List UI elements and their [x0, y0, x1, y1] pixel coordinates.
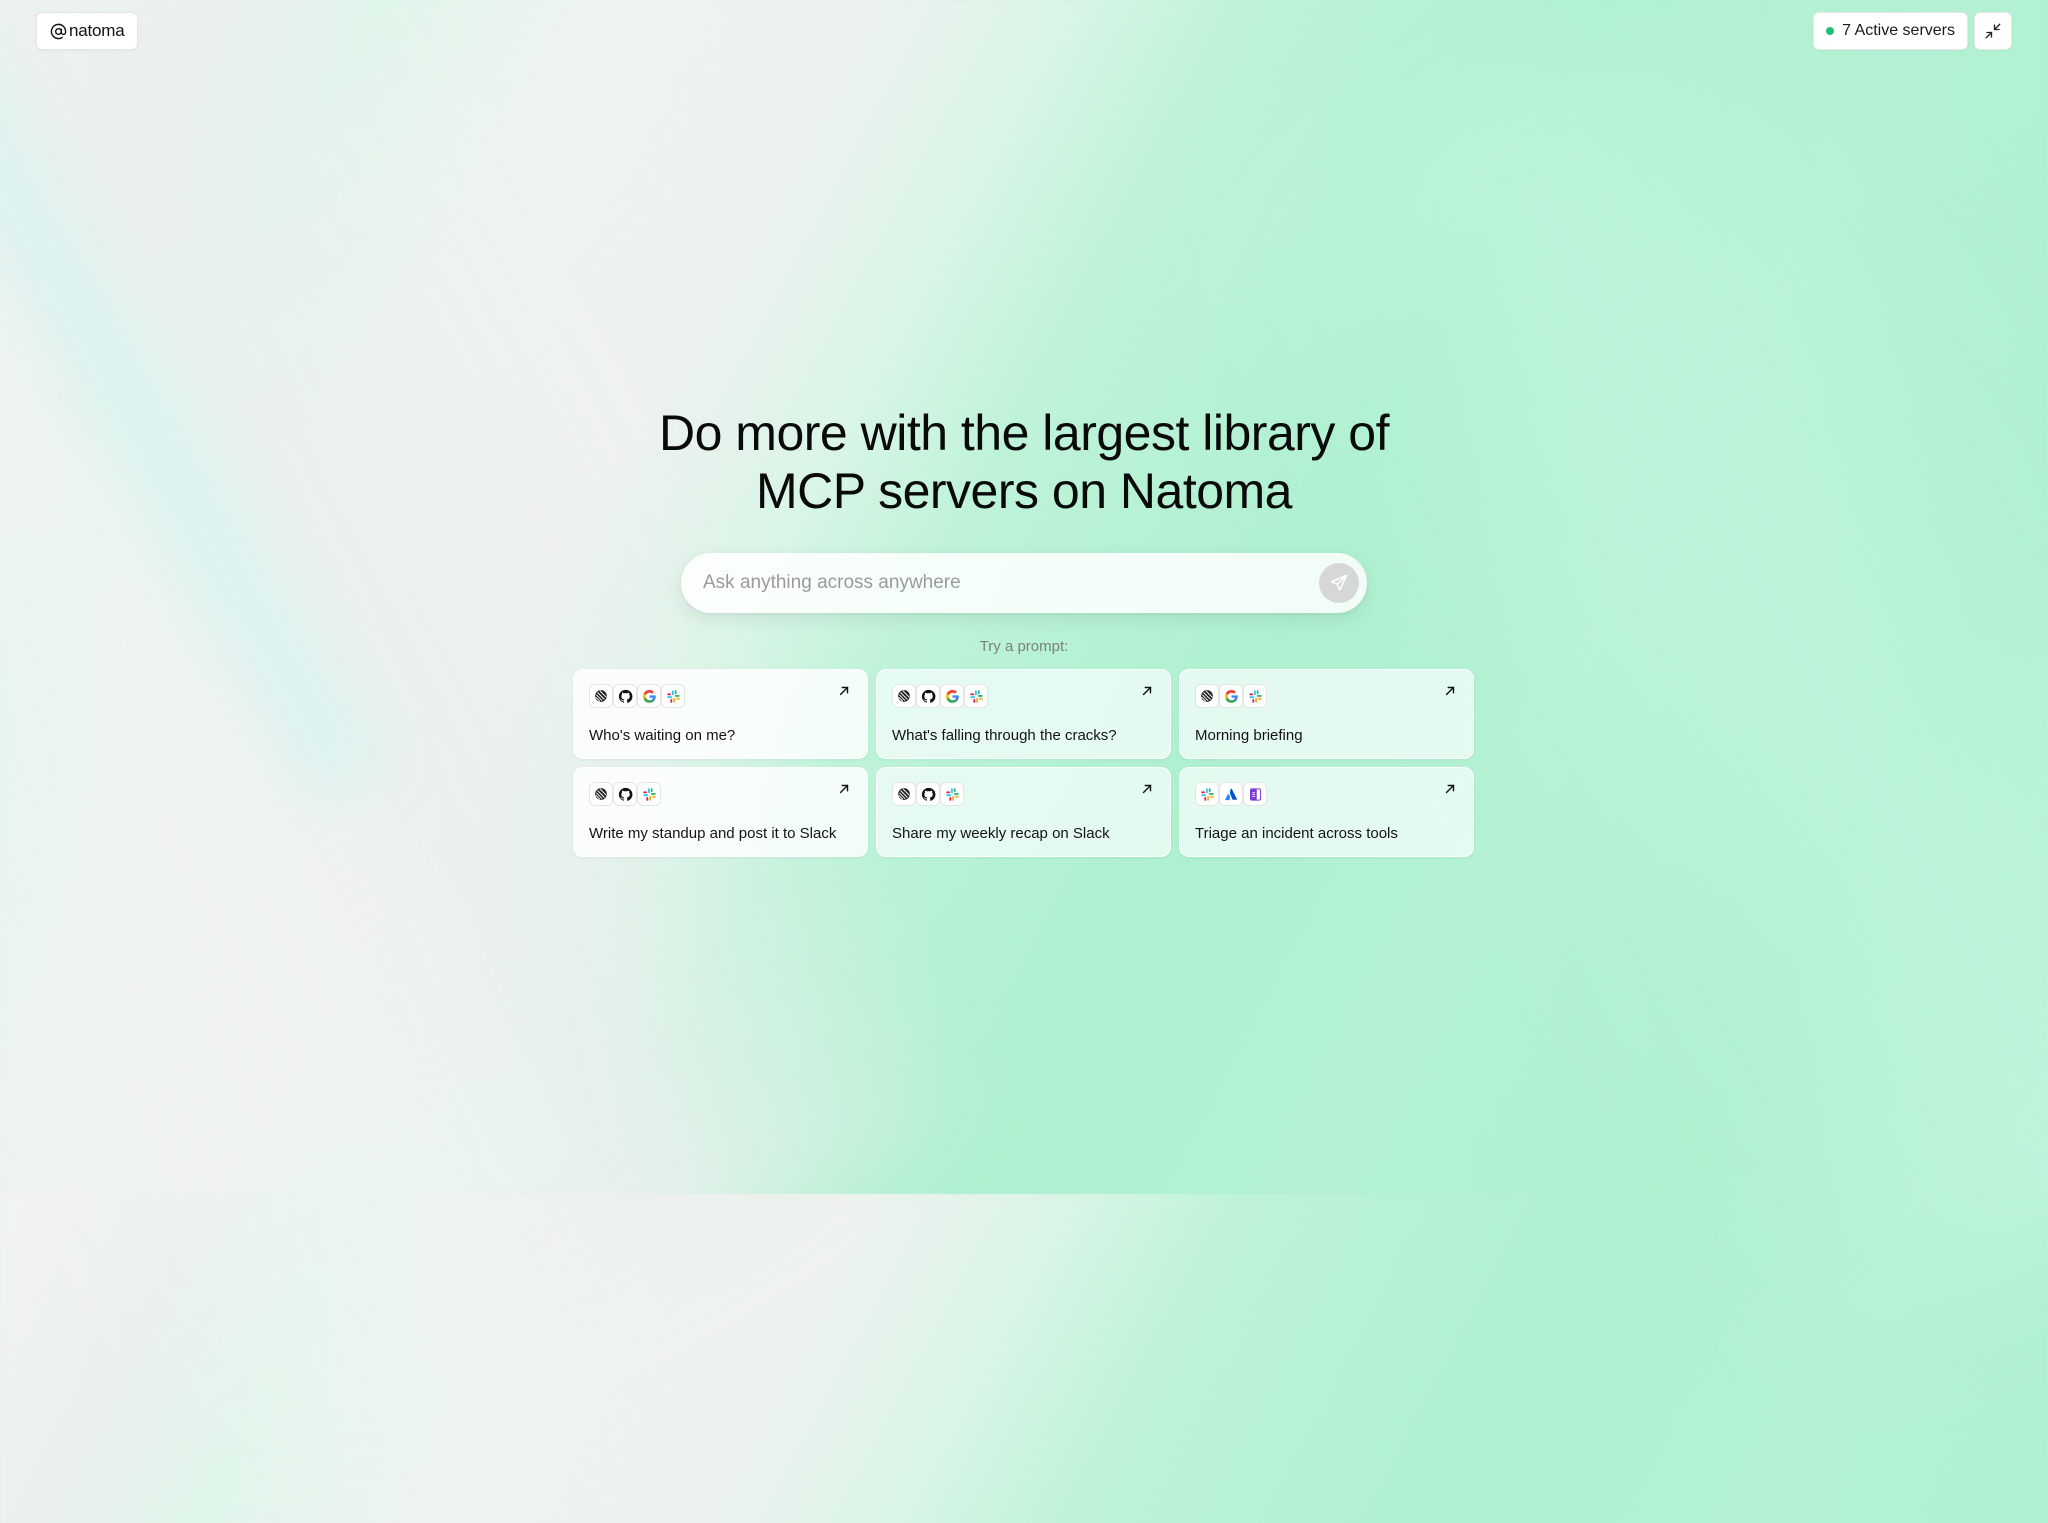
google-icon	[637, 684, 661, 708]
linear-icon	[892, 684, 916, 708]
prompt-card-icons	[1195, 684, 1459, 708]
prompt-card[interactable]: What's falling through the cracks?	[876, 669, 1171, 759]
github-icon	[613, 684, 637, 708]
github-icon	[916, 782, 940, 806]
collapse-button[interactable]	[1974, 12, 2012, 50]
prompt-card-icons	[1195, 782, 1459, 806]
prompt-card[interactable]: Share my weekly recap on Slack	[876, 767, 1171, 857]
prompt-card-label: Morning briefing	[1195, 727, 1303, 744]
prompt-card-label: What's falling through the cracks?	[892, 727, 1117, 744]
slack-icon	[637, 782, 661, 806]
search-input[interactable]	[701, 571, 1319, 595]
atlassian-icon	[1219, 782, 1243, 806]
prompt-card[interactable]: Who's waiting on me?	[573, 669, 868, 759]
natoma-logo-icon	[49, 22, 67, 40]
prompt-card[interactable]: Morning briefing	[1179, 669, 1474, 759]
page-title: Do more with the largest library of MCP …	[0, 404, 2048, 520]
linear-icon	[892, 782, 916, 806]
prompt-card-label: Write my standup and post it to Slack	[589, 825, 837, 842]
page-title-line2: MCP servers on Natoma	[756, 463, 1292, 519]
natoma-logo[interactable]: natoma	[36, 12, 138, 50]
arrow-up-right-icon	[1142, 686, 1152, 696]
onenote-icon	[1243, 782, 1267, 806]
prompt-card-icons	[892, 782, 1156, 806]
arrow-up-right-icon	[1142, 784, 1152, 794]
github-icon	[916, 684, 940, 708]
send-icon	[1330, 574, 1348, 591]
active-servers-label: 7 Active servers	[1842, 22, 1955, 39]
search-bar	[681, 553, 1367, 613]
google-icon	[940, 684, 964, 708]
linear-icon	[1195, 684, 1219, 708]
slack-icon	[1195, 782, 1219, 806]
prompt-card[interactable]: Triage an incident across tools	[1179, 767, 1474, 857]
prompt-card-icons	[589, 782, 853, 806]
status-dot-icon	[1826, 27, 1835, 35]
linear-icon	[589, 684, 613, 708]
try-prompt-label: Try a prompt:	[979, 638, 1069, 655]
prompt-card-label: Who's waiting on me?	[589, 727, 736, 744]
slack-icon	[940, 782, 964, 806]
arrow-up-right-icon	[839, 686, 849, 696]
github-icon	[613, 782, 637, 806]
prompt-grid: Who's waiting on me? What's falling thro…	[573, 669, 1475, 857]
prompt-card-icons	[589, 684, 853, 708]
active-servers-button[interactable]: 7 Active servers	[1813, 12, 1968, 50]
arrow-up-right-icon	[839, 784, 849, 794]
prompt-card-label: Share my weekly recap on Slack	[892, 825, 1110, 842]
send-button[interactable]	[1319, 563, 1359, 603]
prompt-card[interactable]: Write my standup and post it to Slack	[573, 767, 868, 857]
arrow-up-right-icon	[1445, 686, 1455, 696]
page-title-line1: Do more with the largest library of	[658, 405, 1390, 461]
linear-icon	[589, 782, 613, 806]
collapse-icon	[1985, 23, 2001, 39]
logo-text: natoma	[69, 21, 125, 40]
slack-icon	[964, 684, 988, 708]
prompt-card-label: Triage an incident across tools	[1195, 825, 1398, 842]
prompt-card-icons	[892, 684, 1156, 708]
slack-icon	[1243, 684, 1267, 708]
slack-icon	[661, 684, 685, 708]
arrow-up-right-icon	[1445, 784, 1455, 794]
google-icon	[1219, 684, 1243, 708]
